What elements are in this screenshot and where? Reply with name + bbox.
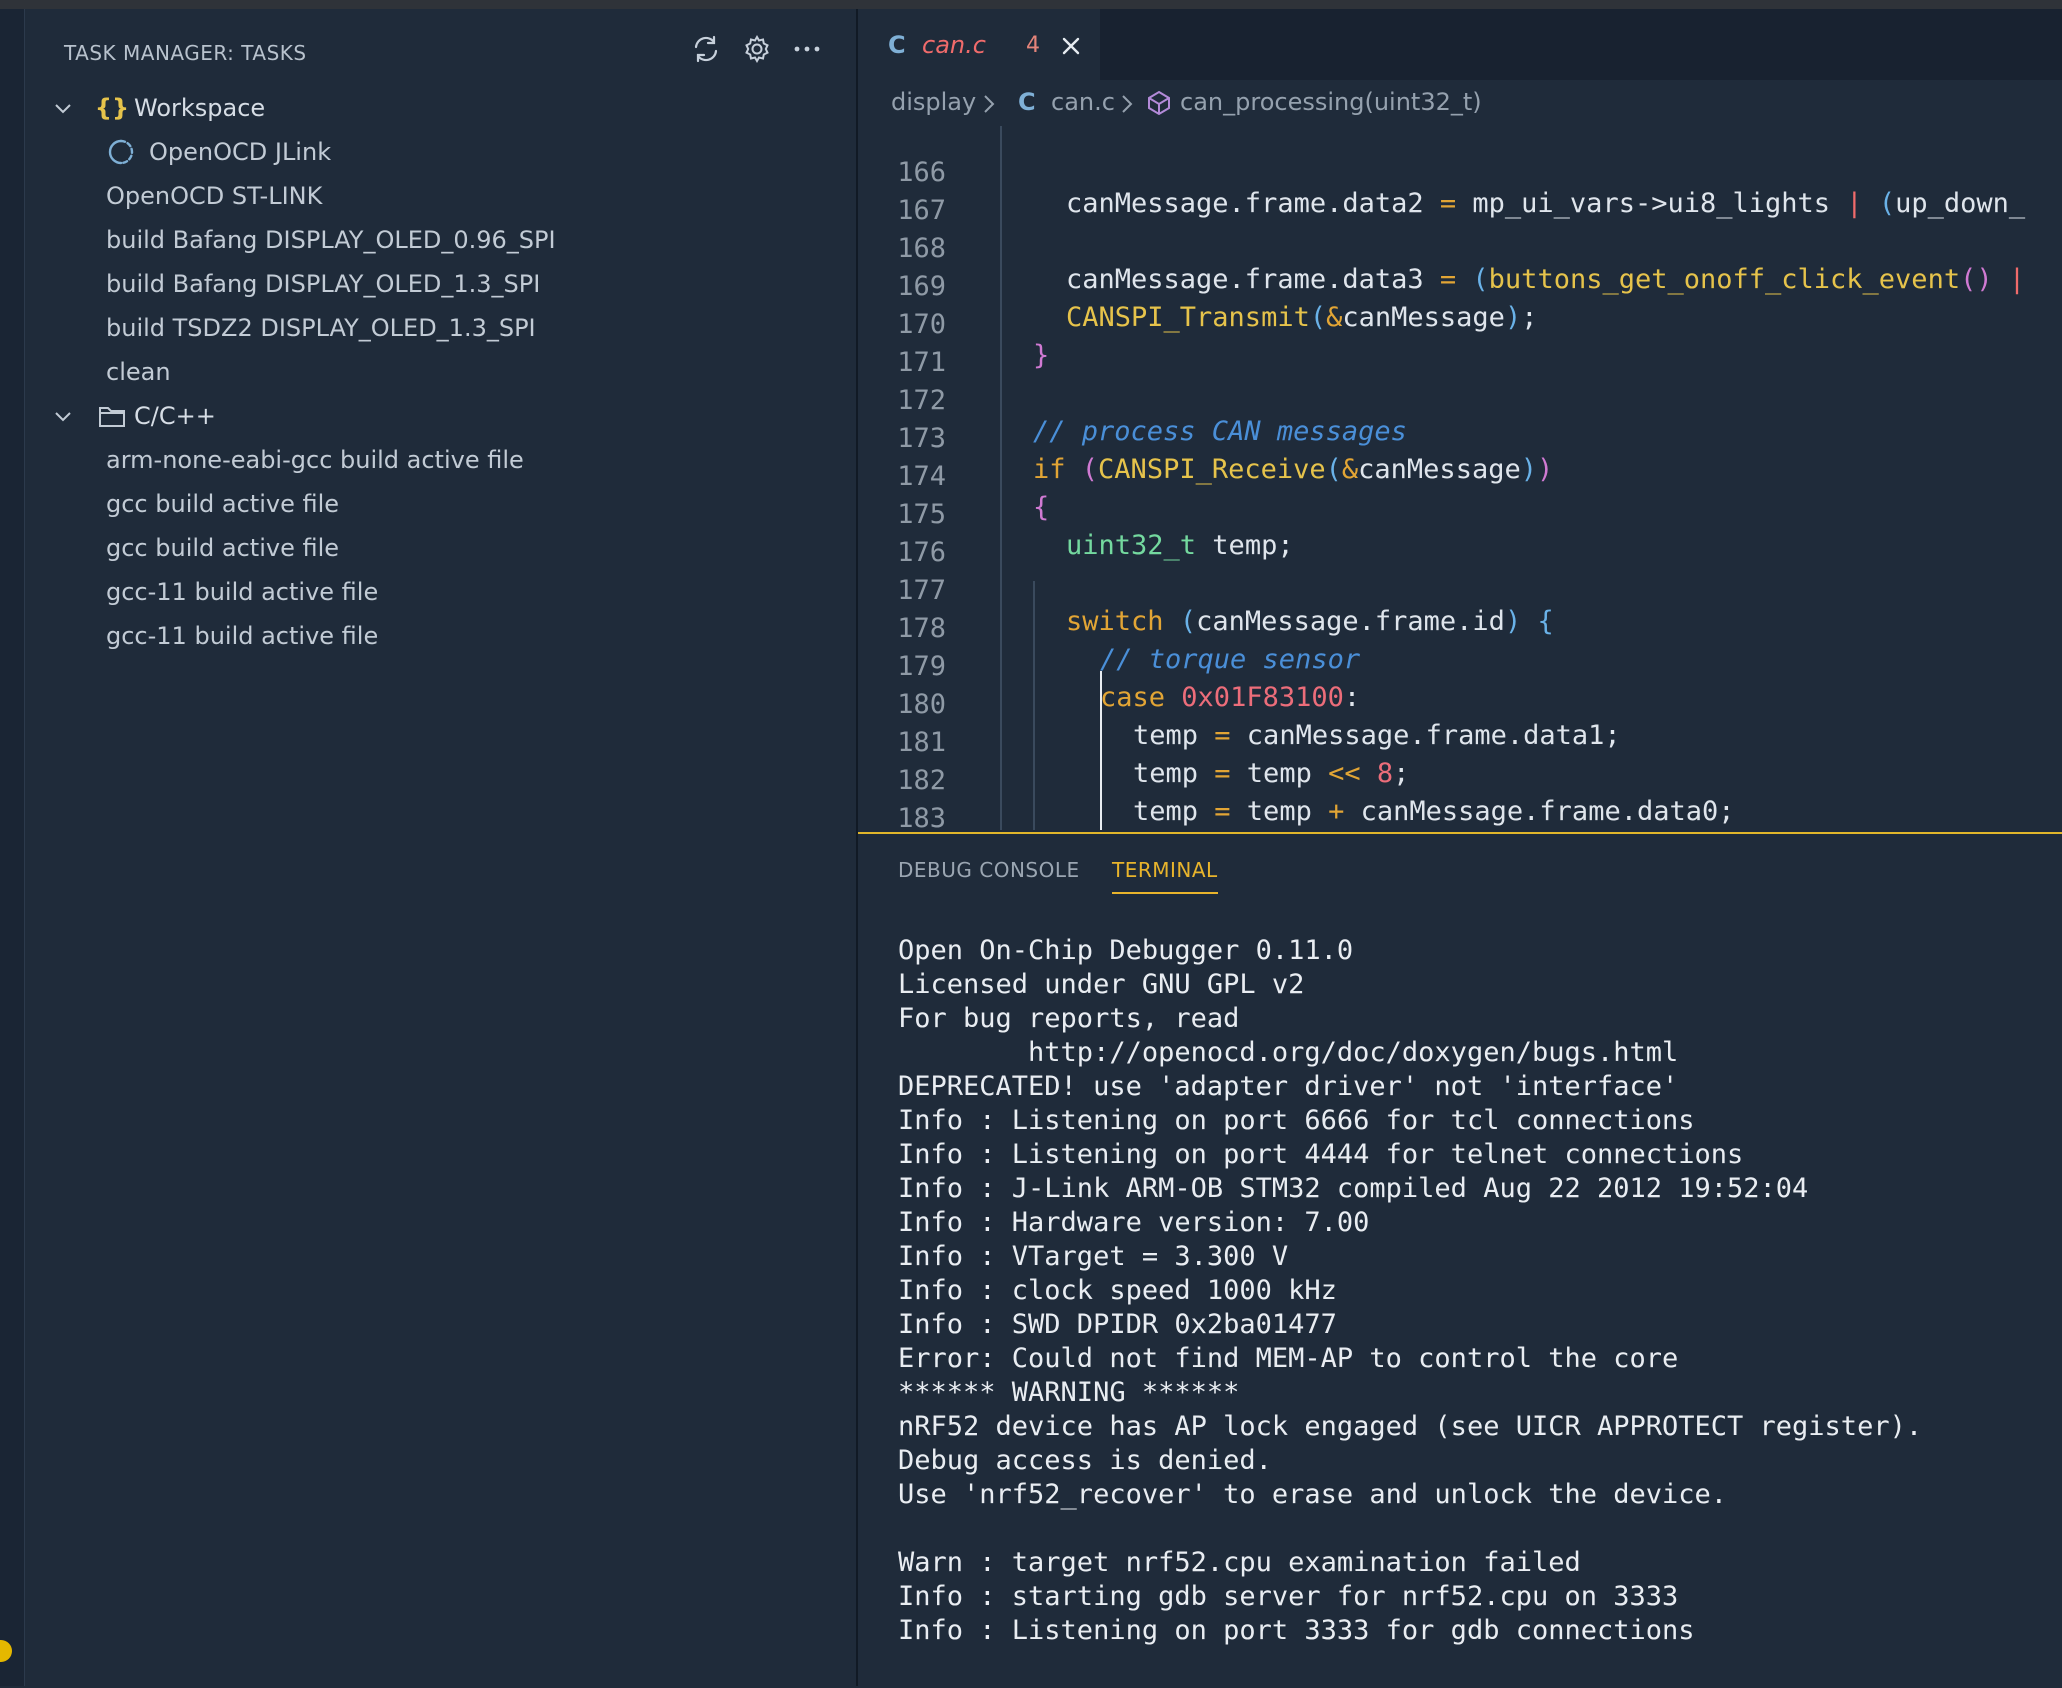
problem-count-badge: 4 [1026,33,1040,58]
task-item-label: build Bafang DISPLAY_OLED_0.96_SPI [106,226,556,254]
task-group-cpp[interactable]: C/C++ [25,394,856,438]
task-item-label: OpenOCD ST-LINK [106,182,323,210]
chevron-down-icon[interactable] [49,94,77,122]
breadcrumb-symbol[interactable]: can_processing(uint32_t) [1180,88,1482,116]
code-line: 176 [858,506,2062,568]
terminal-line: Error: Could not find MEM-AP to control … [898,1343,1679,1374]
terminal-line: Debug access is denied. [898,1445,1272,1476]
task-item-label: arm-none-eabi-gcc build active file [106,446,524,474]
terminal-output[interactable]: Open On-Chip Debugger 0.11.0 Licensed und… [898,934,1922,1648]
task-item[interactable]: gcc build active file [25,482,856,526]
task-item[interactable]: build Bafang DISPLAY_OLED_0.96_SPI [25,218,856,262]
terminal-line: Info : clock speed 1000 kHz [898,1275,1337,1306]
breadcrumb: display C can.c can_processing(uint32_t) [858,80,2062,126]
activity-bar [0,9,25,1686]
folder-icon [97,401,127,431]
code-line: 170 } [858,278,2062,371]
terminal-line: Info : Listening on port 4444 for telnet… [898,1139,1744,1170]
task-item-label: gcc-11 build active file [106,622,379,650]
sidebar-header: TASK MANAGER: TASKS [25,9,856,79]
code-line: 180 temp = canMessage.frame.data1; [858,658,2062,751]
task-item[interactable]: build TSDZ2 DISPLAY_OLED_1.3_SPI [25,306,856,350]
code-line: 178 // torque sensor [858,582,2062,675]
task-group-label: C/C++ [134,402,216,430]
code-line: 172 // process CAN messages [858,354,2062,447]
line-number: 183 [897,803,946,830]
terminal-line: Info : Listening on port 3333 for gdb co… [898,1615,1695,1646]
code-line: 166 canMessage.frame.data2 = mp_ui_vars-… [858,126,2062,219]
task-item[interactable]: OpenOCD JLink [25,130,856,174]
task-item[interactable]: gcc-11 build active file [25,614,856,658]
window-top-strip [0,0,2062,9]
sidebar-title: TASK MANAGER: TASKS [64,41,307,65]
task-item[interactable]: clean [25,350,856,394]
code-line: 169 CANSPI_Transmit(&canMessage); [858,240,2062,333]
terminal-line: Warn : target nrf52.cpu examination fail… [898,1547,1581,1578]
task-group-label: Workspace [134,94,266,122]
breadcrumb-file[interactable]: can.c [1051,88,1115,116]
code-line: 167 [858,164,2062,226]
task-item-label: OpenOCD JLink [149,138,332,166]
code-line: 168 canMessage.frame.data3 = (buttons_ge… [858,202,2062,295]
code-line: 181 temp = temp << 8; [858,696,2062,789]
terminal-line: Info : Listening on port 6666 for tcl co… [898,1105,1695,1136]
editor-tab-bar: C can.c 4 [858,9,2062,82]
close-icon[interactable] [1056,31,1086,61]
terminal-line: Use 'nrf52_recover' to erase and unlock … [898,1479,1728,1510]
task-item-label: gcc build active file [106,534,340,562]
refresh-icon[interactable] [688,31,724,67]
more-actions-icon[interactable] [789,31,825,67]
task-item[interactable]: OpenOCD ST-LINK [25,174,856,218]
terminal-line: Info : VTarget = 3.300 V [898,1241,1289,1272]
task-manager-sidebar: TASK MANAGER: TASKS {} Workspace OpenOCD… [25,9,858,1686]
chevron-down-icon[interactable] [49,402,77,430]
symbol-method-icon [1146,90,1172,122]
terminal-line: Info : starting gdb server for nrf52.cpu… [898,1581,1679,1612]
terminal-line: nRF52 device has AP lock engaged (see UI… [898,1411,1923,1442]
code-line: 177 switch (canMessage.frame.id) { [858,544,2062,637]
chevron-right-icon [1120,92,1134,120]
loading-spinner-icon [106,137,136,167]
code-line: 183 mp_rt_vars->ui16_adc_pedal_torque_se… [858,772,2062,830]
task-item-label: clean [106,358,171,386]
task-item[interactable]: gcc build active file [25,526,856,570]
task-item[interactable]: build Bafang DISPLAY_OLED_1.3_SPI [25,262,856,306]
tab-can-c[interactable]: C can.c 4 [858,9,1100,82]
terminal-line: Info : Hardware version: 7.00 [898,1207,1370,1238]
tab-label: can.c [922,31,986,59]
bottom-panel: DEBUG CONSOLE TERMINAL Open On-Chip Debu… [858,832,2062,1688]
gear-icon[interactable] [739,31,775,67]
code-line: 171 [858,316,2062,378]
terminal-line: ****** WARNING ****** [898,1377,1240,1408]
terminal-line: Open On-Chip Debugger 0.11.0 [898,935,1354,966]
code-line: 182 temp = temp + canMessage.frame.data0… [858,734,2062,827]
breadcrumb-folder[interactable]: display [891,88,976,116]
terminal-line: http://openocd.org/doc/doxygen/bugs.html [898,1037,1679,1068]
tab-debug-console[interactable]: DEBUG CONSOLE [898,858,1080,882]
task-item-label: build Bafang DISPLAY_OLED_1.3_SPI [106,270,541,298]
task-item[interactable]: arm-none-eabi-gcc build active file [25,438,856,482]
terminal-line: Info : SWD DPIDR 0x2ba01477 [898,1309,1337,1340]
code-line: 179 case 0x01F83100: [858,620,2062,713]
task-item[interactable]: gcc-11 build active file [25,570,856,614]
task-item-label: build TSDZ2 DISPLAY_OLED_1.3_SPI [106,314,536,342]
code-view[interactable]: 166 canMessage.frame.data2 = mp_ui_vars-… [858,126,2062,830]
task-group-workspace[interactable]: {} Workspace [25,86,856,130]
chevron-right-icon [982,92,996,120]
c-file-icon: C [1018,88,1036,116]
tab-terminal[interactable]: TERMINAL [1112,858,1218,894]
terminal-line: Licensed under GNU GPL v2 [898,969,1305,1000]
code-line: 175 uint32_t temp; [858,468,2062,561]
terminal-line: DEPRECATED! use 'adapter driver' not 'in… [898,1071,1679,1102]
code-editor: C can.c 4 display C can.c can_processing… [858,9,2062,832]
task-item-label: gcc build active file [106,490,340,518]
code-line: 174 { [858,430,2062,523]
braces-icon: {} [94,94,130,122]
terminal-line: Info : J-Link ARM-OB STM32 compiled Aug … [898,1173,1809,1204]
task-item-label: gcc-11 build active file [106,578,379,606]
terminal-line: For bug reports, read [898,1003,1240,1034]
code-line: 173 if (CANSPI_Receive(&canMessage)) [858,392,2062,485]
c-file-icon: C [888,31,906,59]
